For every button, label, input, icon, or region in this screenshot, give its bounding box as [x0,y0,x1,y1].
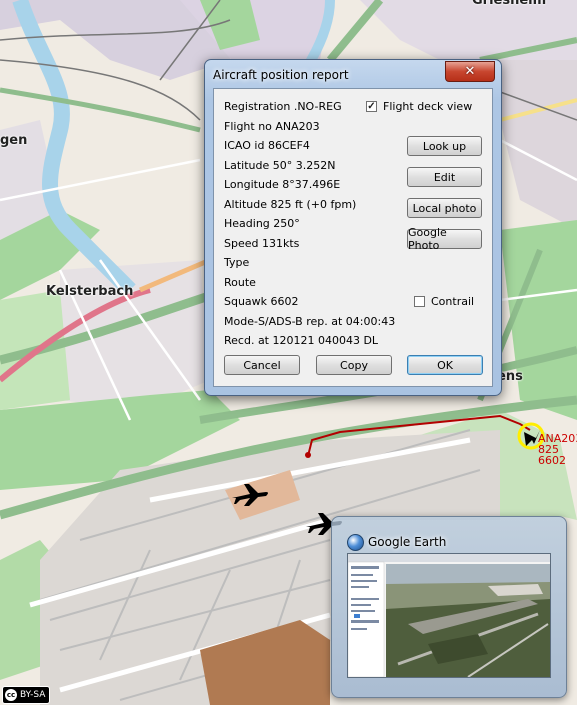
look-up-button[interactable]: Look up [407,136,482,156]
google-earth-title: Google Earth [368,535,447,549]
google-earth-thumbnail[interactable]: Google Earth [331,516,567,698]
cancel-button[interactable]: Cancel [224,355,300,375]
received-label: Recd. at 120121 040043 DL [224,334,379,347]
longitude-label: Longitude 8°37.496E [224,178,341,191]
license-text: BY-SA [20,690,46,700]
flight-deck-view-checkbox[interactable]: ✓ [366,101,377,112]
icao-label: ICAO id 86CEF4 [224,139,310,152]
registration-label: Registration .NO-REG [224,100,342,113]
flight-no-label: Flight no ANA203 [224,120,320,133]
contrail-label[interactable]: Contrail [431,295,474,308]
edit-button[interactable]: Edit [407,167,482,187]
flight-deck-view-label[interactable]: Flight deck view [383,100,472,113]
ok-button[interactable]: OK [407,355,483,375]
route-label: Route [224,276,256,289]
contrail-checkbox[interactable] [414,296,425,307]
type-label: Type [224,256,250,269]
aircraft-position-report-dialog: Aircraft position report ✕ Registration … [204,59,502,396]
map-label-griesheim: Griesheim [472,0,547,8]
google-earth-preview[interactable] [347,553,551,678]
aircraft-tag-squawk: 6602 [538,454,566,467]
dialog-title: Aircraft position report [213,68,349,82]
altitude-label: Altitude 825 ft (+0 fpm) [224,198,357,211]
cc-icon: cc [5,689,17,701]
google-photo-button[interactable]: Google Photo [407,226,482,252]
speed-label: Speed 131kts [224,237,300,250]
map-label-gen: gen [0,133,28,148]
latitude-label: Latitude 50° 3.252N [224,159,336,172]
close-icon: ✕ [464,64,476,79]
mode-s-label: Mode-S/ADS-B rep. at 04:00:43 [224,315,396,328]
aircraft-tag[interactable]: ANA203 825 6602 [538,433,577,466]
map-label-kelsterbach: Kelsterbach [46,284,134,299]
squawk-label: Squawk 6602 [224,295,299,308]
copy-button[interactable]: Copy [316,355,392,375]
dialog-client-area: Registration .NO-REG Flight no ANA203 IC… [213,88,493,387]
heading-label: Heading 250° [224,217,300,230]
close-button[interactable]: ✕ [445,61,495,82]
license-badge[interactable]: cc BY-SA [2,686,51,704]
local-photo-button[interactable]: Local photo [407,198,482,218]
google-earth-icon [347,534,364,551]
